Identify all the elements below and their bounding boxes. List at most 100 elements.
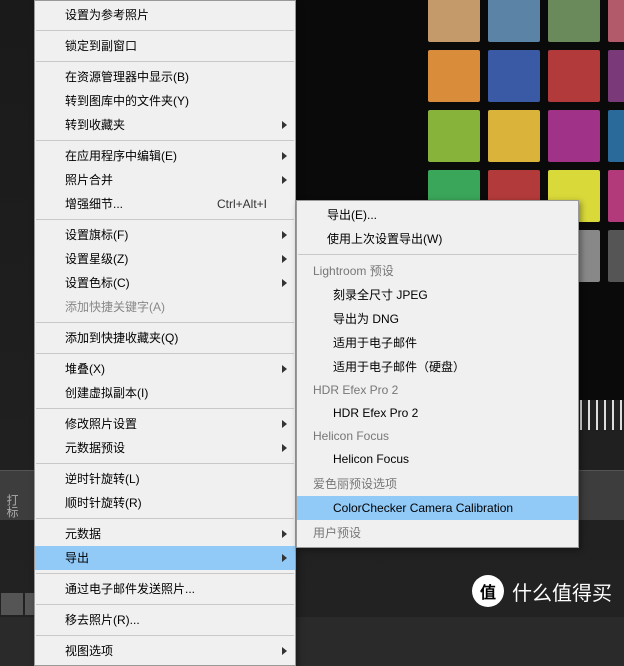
menu-item[interactable]: 通过电子邮件发送照片...: [35, 577, 295, 601]
color-swatch: [608, 230, 624, 282]
menu-item-label: 添加快捷关键字(A): [65, 299, 267, 315]
menu-separator: [36, 635, 294, 636]
menu-item[interactable]: 元数据: [35, 522, 295, 546]
menu-item-label: 转到图库中的文件夹(Y): [65, 93, 267, 109]
menu-section-header: HDR Efex Pro 2: [297, 379, 578, 401]
menu-separator: [36, 219, 294, 220]
menu-item-label: 照片合并: [65, 172, 267, 188]
menu-separator: [36, 408, 294, 409]
menu-item-label: 转到收藏夹: [65, 117, 267, 133]
menu-item[interactable]: 锁定到副窗口: [35, 34, 295, 58]
menu-item[interactable]: 移去照片(R)...: [35, 608, 295, 632]
menu-item[interactable]: 在应用程序中编辑(E): [35, 144, 295, 168]
watermark-badge-icon: 值: [472, 575, 504, 607]
menu-item-label: 使用上次设置导出(W): [327, 231, 550, 247]
menu-separator: [36, 140, 294, 141]
menu-item-label: 通过电子邮件发送照片...: [65, 581, 267, 597]
context-menu[interactable]: 设置为参考照片锁定到副窗口在资源管理器中显示(B) 转到图库中的文件夹(Y) 转到收…: [34, 0, 296, 666]
watermark: 值 什么值得买: [472, 575, 612, 607]
menu-item[interactable]: 导出: [35, 546, 295, 570]
menu-separator: [36, 353, 294, 354]
menu-item[interactable]: 修改照片设置: [35, 412, 295, 436]
color-swatch: [608, 0, 624, 42]
thumbnail[interactable]: [1, 593, 23, 615]
menu-item-label: 刻录全尺寸 JPEG: [333, 287, 550, 303]
menu-item-label: 添加到快捷收藏夹(Q): [65, 330, 267, 346]
color-swatch: [548, 110, 600, 162]
submenu-arrow-icon: [282, 152, 287, 160]
menu-item-label: 逆时针旋转(L): [65, 471, 267, 487]
menu-item-label: 创建虚拟副本(I): [65, 385, 267, 401]
menu-section-header: 爱色丽预设选项: [297, 471, 578, 496]
submenu-arrow-icon: [282, 420, 287, 428]
submenu-arrow-icon: [282, 231, 287, 239]
menu-item[interactable]: HDR Efex Pro 2: [297, 401, 578, 425]
menu-item[interactable]: 顺时针旋转(R): [35, 491, 295, 515]
menu-item-label: 设置色标(C): [65, 275, 267, 291]
menu-item-label: 锁定到副窗口: [65, 38, 267, 54]
menu-item-label: 在应用程序中编辑(E): [65, 148, 267, 164]
color-swatch: [488, 0, 540, 42]
menu-section-header: Helicon Focus: [297, 425, 578, 447]
submenu-arrow-icon: [282, 279, 287, 287]
menu-section-header: 用户预设: [297, 520, 578, 545]
submenu-arrow-icon: [282, 444, 287, 452]
menu-item[interactable]: 设置为参考照片: [35, 3, 295, 27]
watermark-text: 什么值得买: [512, 577, 612, 606]
menu-item[interactable]: 适用于电子邮件: [297, 331, 578, 355]
menu-item[interactable]: 元数据预设: [35, 436, 295, 460]
menu-item[interactable]: Helicon Focus: [297, 447, 578, 471]
menu-item[interactable]: 设置旗标(F): [35, 223, 295, 247]
menu-item[interactable]: 设置色标(C): [35, 271, 295, 295]
menu-item[interactable]: 设置星级(Z): [35, 247, 295, 271]
menu-item-label: 移去照片(R)...: [65, 612, 267, 628]
menu-item[interactable]: 适用于电子邮件（硬盘）: [297, 355, 578, 379]
menu-item-label: 设置旗标(F): [65, 227, 267, 243]
submenu-arrow-icon: [282, 647, 287, 655]
submenu-arrow-icon: [282, 530, 287, 538]
menu-separator: [36, 30, 294, 31]
menu-item[interactable]: 照片合并: [35, 168, 295, 192]
color-swatch: [428, 110, 480, 162]
menu-item-label: 元数据预设: [65, 440, 267, 456]
menu-separator: [36, 518, 294, 519]
menu-separator: [36, 61, 294, 62]
menu-item-label: 导出为 DNG: [333, 311, 550, 327]
menu-item[interactable]: 创建虚拟副本(I): [35, 381, 295, 405]
menu-item[interactable]: 添加到快捷收藏夹(Q): [35, 326, 295, 350]
menu-item-label: 导出(E)...: [327, 207, 550, 223]
submenu-arrow-icon: [282, 365, 287, 373]
color-swatch: [608, 170, 624, 222]
edge-label: 打标: [0, 490, 25, 522]
submenu-arrow-icon: [282, 554, 287, 562]
menu-item[interactable]: 转到图库中的文件夹(Y): [35, 89, 295, 113]
menu-section-header: Lightroom 预设: [297, 258, 578, 283]
menu-separator: [36, 322, 294, 323]
menu-item[interactable]: 使用上次设置导出(W): [297, 227, 578, 251]
menu-item-label: 增强细节...: [65, 196, 197, 212]
menu-item[interactable]: 堆叠(X): [35, 357, 295, 381]
menu-item[interactable]: 导出为 DNG: [297, 307, 578, 331]
color-swatch: [548, 0, 600, 42]
menu-item-label: 堆叠(X): [65, 361, 267, 377]
menu-item[interactable]: 转到收藏夹: [35, 113, 295, 137]
color-swatch: [608, 50, 624, 102]
menu-item-label: 设置为参考照片: [65, 7, 267, 23]
menu-item[interactable]: 视图选项: [35, 639, 295, 663]
menu-item-shortcut: Ctrl+Alt+I: [217, 196, 267, 212]
menu-item[interactable]: 逆时针旋转(L): [35, 467, 295, 491]
menu-item-label: HDR Efex Pro 2: [333, 405, 550, 421]
color-swatch: [488, 50, 540, 102]
menu-item[interactable]: 增强细节... Ctrl+Alt+I: [35, 192, 295, 216]
color-swatch: [428, 0, 480, 42]
menu-item[interactable]: 在资源管理器中显示(B): [35, 65, 295, 89]
menu-item-label: 视图选项: [65, 643, 267, 659]
menu-item[interactable]: ColorChecker Camera Calibration: [297, 496, 578, 520]
export-submenu[interactable]: 导出(E)... 使用上次设置导出(W) Lightroom 预设刻录全尺寸 JPE…: [296, 200, 579, 548]
menu-separator: [298, 254, 577, 255]
menu-separator: [36, 463, 294, 464]
menu-item[interactable]: 刻录全尺寸 JPEG: [297, 283, 578, 307]
menu-item[interactable]: 导出(E)...: [297, 203, 578, 227]
menu-item: 添加快捷关键字(A): [35, 295, 295, 319]
submenu-arrow-icon: [282, 255, 287, 263]
